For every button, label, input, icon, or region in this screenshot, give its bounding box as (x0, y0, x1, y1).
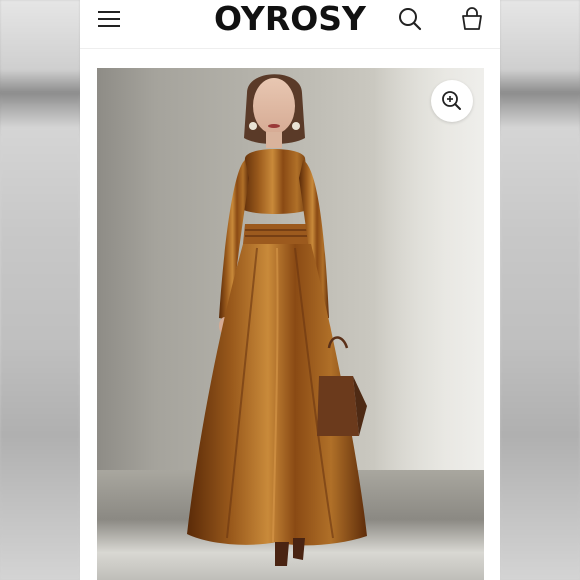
background-blur-left (0, 0, 80, 580)
model-in-velvet-dress (187, 74, 367, 566)
search-button[interactable] (396, 5, 424, 33)
site-header: OYROSY (80, 0, 500, 49)
mobile-page: OYROSY (80, 0, 500, 580)
shopping-bag-icon (462, 7, 482, 30)
search-icon (399, 8, 422, 31)
brand-logo[interactable]: OYROSY (80, 1, 500, 37)
zoom-button[interactable] (431, 80, 473, 122)
cart-button[interactable] (458, 5, 486, 33)
background-blur-right (500, 0, 580, 580)
product-image[interactable] (97, 68, 484, 580)
zoom-in-icon (442, 91, 461, 110)
